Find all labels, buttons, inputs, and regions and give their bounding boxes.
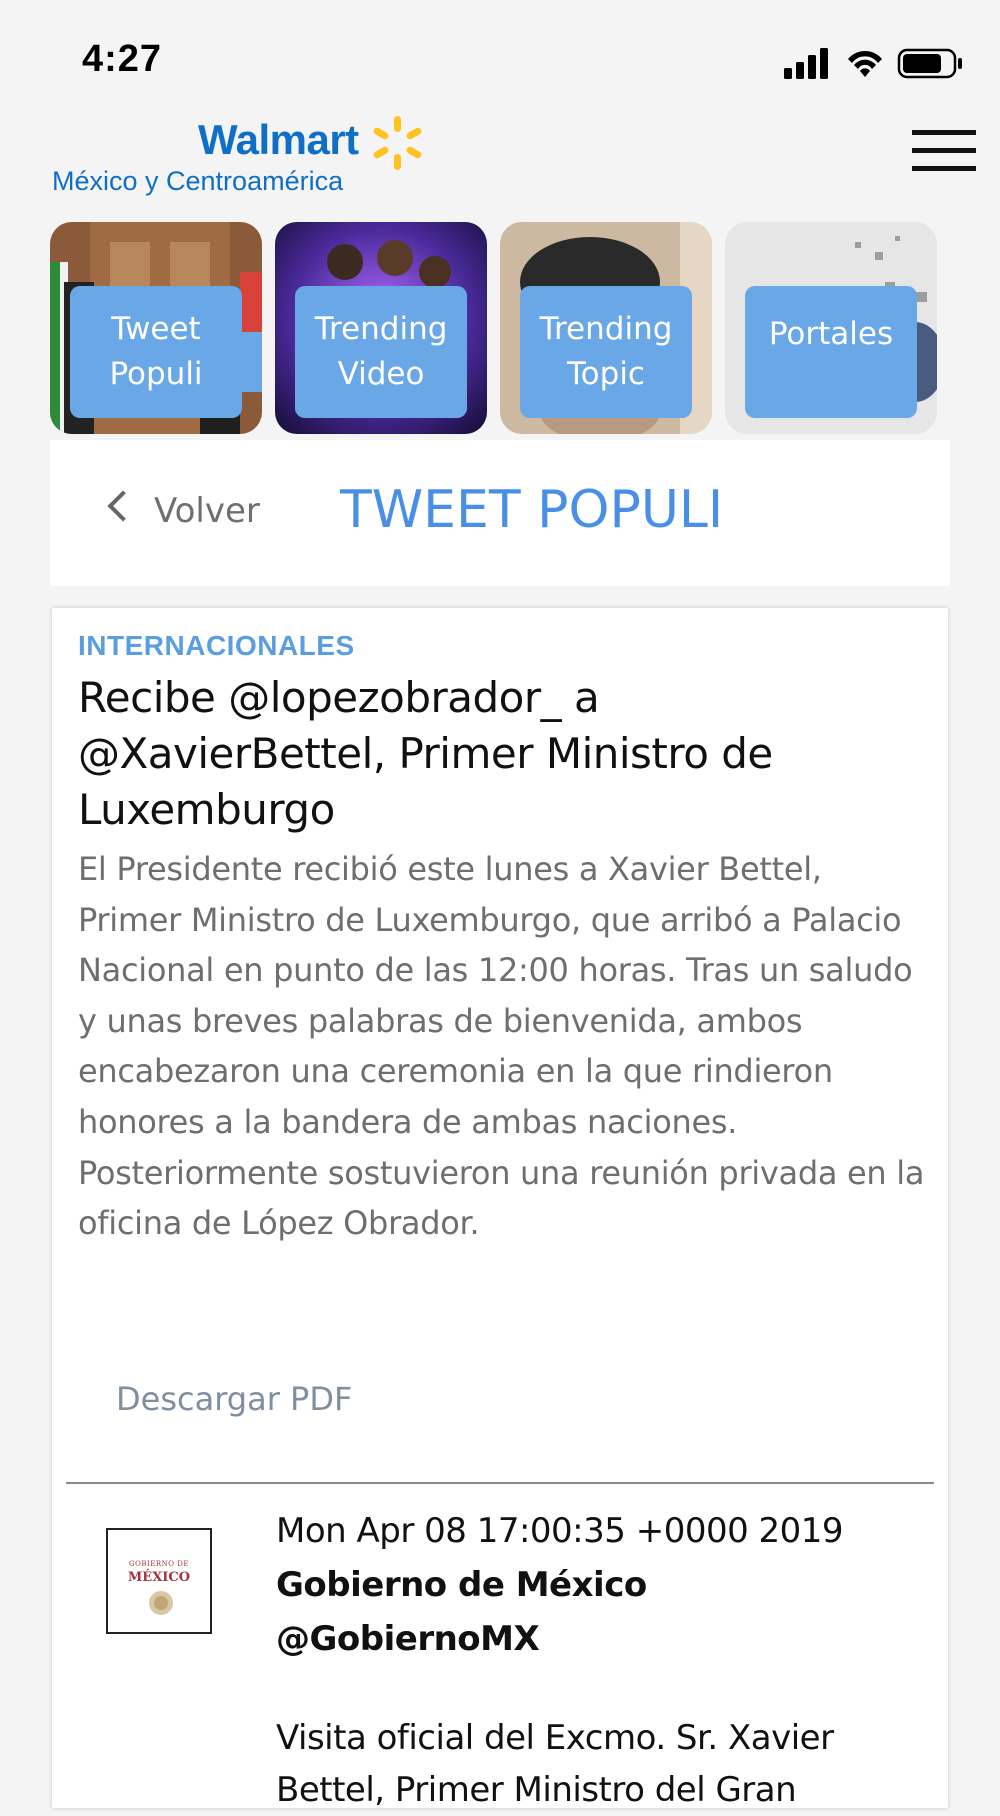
tweet-meta: Mon Apr 08 17:00:35 +0000 2019 Gobierno … [276, 1504, 936, 1666]
download-pdf-link[interactable]: Descargar PDF [116, 1380, 352, 1418]
article-card: INTERNACIONALES Recibe @lopezobrador_ a … [52, 608, 948, 1810]
walmart-spark-icon [373, 116, 422, 170]
tile-trending-video[interactable]: Trending Video [275, 222, 487, 434]
logo-brand: Walmart [198, 116, 359, 163]
tile-label: Trending Video [295, 286, 467, 418]
avatar-logo-line2: MÉXICO [127, 1570, 191, 1585]
wifi-icon [848, 50, 882, 77]
article-headline: Recibe @lopezobrador_ a @XavierBettel, P… [78, 673, 773, 834]
status-icons [784, 46, 964, 80]
tile-label: Trending Topic [520, 286, 692, 418]
section-tiles: Tweet Populi Trending Video Trending Top… [50, 222, 950, 434]
back-label: Volver [154, 491, 260, 531]
tweet-author-handle[interactable]: @GobiernoMX [276, 1612, 936, 1666]
divider [66, 1482, 934, 1484]
article-summary: El Presidente recibió este lunes a Xavie… [78, 850, 925, 1243]
hamburger-menu-icon[interactable] [912, 130, 976, 172]
tile-label: Portales [745, 286, 917, 418]
tile-portales[interactable]: Portales [725, 222, 937, 434]
tile-label: Tweet Populi [70, 286, 242, 418]
tweet-text: Visita oficial del Excmo. Sr. Xavier Bet… [276, 1718, 834, 1810]
tile-tweet-populi[interactable]: Tweet Populi [50, 222, 262, 434]
avatar-logo-line1: GOBIERNO DE [129, 1560, 189, 1568]
page-title: TWEET POPULI [340, 480, 724, 540]
status-bar: 4:27 [0, 26, 1000, 96]
chevron-left-icon [107, 490, 139, 522]
app-header: Walmart México y Centroamérica [0, 96, 1000, 212]
avatar: GOBIERNO DE MÉXICO [106, 1528, 212, 1634]
tweet-date: Mon Apr 08 17:00:35 +0000 2019 [276, 1511, 844, 1551]
back-button[interactable]: Volver [107, 486, 260, 536]
cellular-signal-icon [784, 48, 828, 79]
tweet-author-name: Gobierno de México [276, 1565, 647, 1605]
nav-panel: Volver TWEET POPULI [50, 440, 950, 586]
logo-subtitle: México y Centroamérica [52, 166, 344, 196]
article-category: INTERNACIONALES [78, 630, 355, 661]
status-time: 4:27 [82, 38, 163, 80]
tile-trending-topic[interactable]: Trending Topic [500, 222, 712, 434]
emblem-icon [149, 1591, 173, 1615]
battery-icon [897, 48, 962, 79]
